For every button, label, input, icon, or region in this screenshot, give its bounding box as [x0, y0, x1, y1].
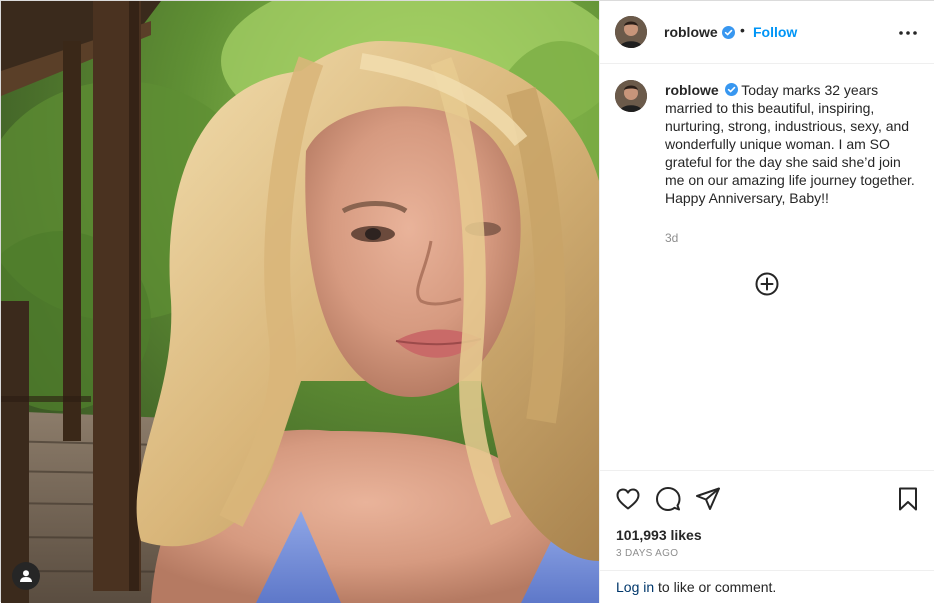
caption-time-ago[interactable]: 3d	[665, 231, 678, 245]
caption-username[interactable]: roblowe	[665, 82, 719, 98]
user-tag-icon	[20, 570, 32, 582]
login-prompt-row: Log in to like or comment.	[616, 579, 776, 595]
avatar-image	[615, 16, 647, 48]
header-separator: •	[740, 22, 745, 38]
more-options-icon[interactable]	[896, 23, 920, 43]
post-actions: 101,993 likes 3 DAYS AGO	[600, 470, 934, 570]
bookmark-icon[interactable]	[894, 485, 922, 513]
tagged-users-button[interactable]	[12, 562, 40, 590]
comment-icon[interactable]	[654, 485, 682, 513]
post-header: roblowe • Follow	[600, 1, 934, 64]
caption-author-avatar[interactable]	[615, 80, 647, 112]
instagram-post: roblowe • Follow roblowe Today marks 32 …	[0, 0, 934, 603]
photo-scene	[1, 1, 599, 603]
login-prompt-text: to like or comment.	[654, 579, 777, 595]
verified-badge-icon	[722, 26, 735, 39]
login-prompt: Log in to like or comment.	[600, 570, 934, 603]
author-avatar[interactable]	[615, 16, 647, 48]
author-username[interactable]: roblowe	[664, 24, 718, 40]
avatar-image	[615, 80, 647, 112]
post-photo[interactable]	[1, 1, 599, 603]
login-link[interactable]: Log in	[616, 579, 654, 595]
verified-badge-icon	[724, 83, 738, 96]
caption-body: roblowe Today marks 32 years married to …	[665, 81, 917, 207]
plus-circle-icon[interactable]	[754, 271, 780, 297]
heart-icon[interactable]	[614, 485, 642, 513]
post-side-panel: roblowe • Follow roblowe Today marks 32 …	[599, 1, 934, 603]
like-count[interactable]: 101,993 likes	[616, 527, 702, 543]
caption-text: Today marks 32 years married to this bea…	[665, 82, 915, 206]
follow-button[interactable]: Follow	[753, 24, 797, 40]
paper-plane-icon[interactable]	[694, 485, 722, 513]
post-date[interactable]: 3 DAYS AGO	[616, 548, 678, 559]
